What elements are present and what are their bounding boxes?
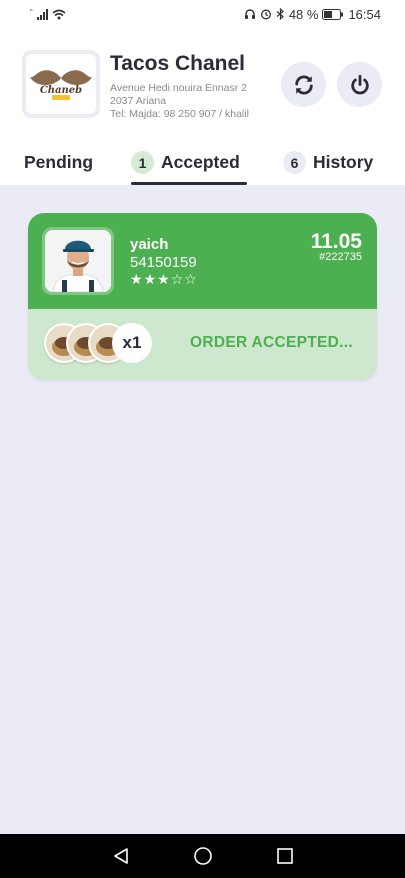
mustache-logo-icon: Chaneb	[30, 70, 92, 100]
refresh-icon	[294, 75, 313, 94]
tab-accepted[interactable]: 1 Accepted	[131, 140, 240, 185]
home-icon[interactable]	[193, 846, 213, 866]
bluetooth-icon	[276, 8, 284, 20]
tab-accepted-label: Accepted	[161, 152, 240, 172]
order-card-header: yaich 54150159 ★ ★ ★ ☆ ☆ 11.05 #222735	[28, 213, 377, 309]
order-items: x1	[44, 323, 154, 365]
order-card[interactable]: yaich 54150159 ★ ★ ★ ☆ ☆ 11.05 #222735 x…	[28, 213, 377, 380]
address-line-1: Avenue Hedi nouira Ennasr 2	[110, 82, 247, 94]
tab-history-label: History	[313, 152, 374, 172]
active-tab-indicator	[131, 182, 247, 185]
star-filled-icon: ★	[157, 272, 170, 288]
customer-rating: ★ ★ ★ ☆ ☆	[130, 272, 197, 288]
back-icon[interactable]	[112, 847, 130, 865]
address-line-2: 2037 Ariana	[110, 95, 167, 107]
power-button[interactable]	[337, 62, 382, 107]
star-filled-icon: ★	[143, 272, 157, 288]
item-count-badge: x1	[112, 323, 152, 363]
wifi-icon	[52, 9, 66, 19]
power-icon	[350, 74, 369, 94]
battery-icon	[322, 8, 344, 20]
status-bar: “ 48 % 16:54	[0, 0, 405, 28]
star-filled-icon: ★	[130, 272, 143, 288]
customer-avatar-icon	[45, 230, 111, 292]
star-empty-icon: ☆	[170, 272, 184, 288]
tab-pending[interactable]: Pending	[24, 140, 93, 185]
battery-percent: 48 %	[288, 6, 319, 22]
shop-logo: Chaneb	[22, 50, 100, 118]
recents-icon[interactable]	[276, 847, 294, 865]
shop-address: Avenue Hedi nouira Ennasr 2 2037 Ariana …	[110, 82, 275, 120]
status-bar-right: 48 % 16:54	[244, 7, 381, 22]
tab-accepted-count: 1	[131, 151, 154, 174]
headphones-icon	[244, 9, 255, 19]
customer-avatar	[42, 227, 114, 295]
shop-name: Tacos Chanel	[110, 52, 245, 75]
refresh-button[interactable]	[281, 62, 326, 107]
order-status: ORDER ACCEPTED...	[190, 334, 353, 351]
signal-icon: “	[30, 7, 33, 17]
alarm-icon	[260, 9, 271, 20]
clock: 16:54	[348, 6, 381, 22]
tab-bar: Pending 1 Accepted 6 History	[0, 140, 405, 185]
star-empty-icon: ☆	[184, 272, 197, 288]
signal-bars-icon	[36, 8, 48, 20]
svg-text:Chaneb: Chaneb	[40, 85, 82, 96]
tab-history-count: 6	[283, 151, 306, 174]
customer-name: yaich	[130, 236, 169, 253]
tab-pending-label: Pending	[24, 152, 94, 172]
tab-history[interactable]: 6 History	[283, 140, 373, 185]
status-bar-left: “	[30, 7, 66, 20]
address-line-3: Tel: Majda: 98 250 907 / khalil	[110, 108, 249, 120]
app-header: Chaneb Tacos Chanel Avenue Hedi nouira E…	[0, 28, 405, 185]
order-id: #222735	[319, 251, 362, 263]
customer-phone: 54150159	[130, 254, 197, 271]
system-nav-bar	[0, 834, 405, 878]
